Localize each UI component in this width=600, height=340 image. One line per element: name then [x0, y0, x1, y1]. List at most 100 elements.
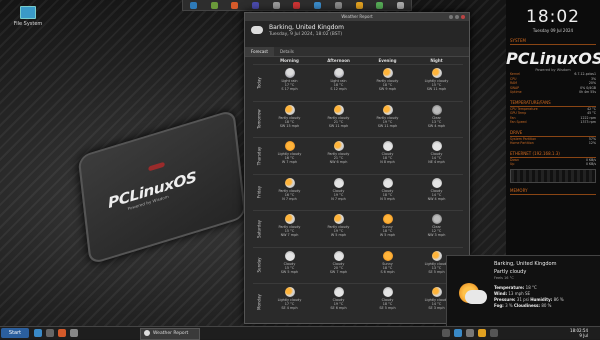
window-title: Weather Report — [341, 14, 373, 19]
stat-group: System Partition 57% Home Partition 12% — [506, 137, 600, 146]
logo-text: PCLinuxOS — [107, 167, 198, 212]
tab-forecast[interactable]: Forecast — [245, 47, 274, 56]
tray-network-icon[interactable] — [442, 329, 450, 337]
stat-value: 12% — [588, 141, 596, 145]
day-label: Today — [256, 76, 262, 89]
pc-weather-icon — [431, 250, 442, 261]
tab-details[interactable]: Details — [274, 47, 300, 56]
pc-weather-icon — [284, 177, 295, 188]
task-weather-report[interactable]: Weather Report — [140, 328, 200, 340]
cell-wind: SW 4 mph — [427, 123, 446, 128]
forecast-cell: Clear 12 °C NW 3 mph — [412, 211, 461, 247]
cloud-icon — [251, 26, 263, 34]
cell-wind: NW 6 mph — [329, 160, 348, 165]
stat-value: 0h 4m 55s — [579, 90, 596, 94]
gear-icon[interactable] — [334, 1, 342, 9]
cell-wind: NW 3 mph — [427, 233, 446, 238]
clock-date: 9 Jul — [579, 333, 588, 338]
conky-date: Tuesday 09 Jul 2024 — [532, 28, 574, 33]
cloud-weather-icon — [382, 177, 393, 188]
network-graph — [510, 168, 596, 183]
weather-window: Weather Report Barking, United Kingdom T… — [244, 12, 470, 324]
tray-volume-icon[interactable] — [466, 329, 474, 337]
tray-clipboard-icon[interactable] — [490, 329, 498, 337]
pc-weather-icon — [431, 287, 442, 297]
quick-launch-settings-icon[interactable] — [70, 329, 78, 337]
day-row: Thursday Lightly cloudy 16 °C W 7 mph Partly… — [253, 137, 463, 174]
conky-clock: 18:02 — [526, 7, 580, 27]
forecast-cell: Cloudy 18 °C N 5 mph — [363, 175, 412, 211]
logo-dots — [148, 161, 165, 172]
cell-wind: NW 7 mph — [280, 233, 299, 238]
cloud-weather-icon — [333, 177, 344, 188]
start-button[interactable]: Start — [1, 328, 29, 338]
settings-icon[interactable] — [272, 1, 280, 9]
cloud-weather-icon — [382, 287, 393, 297]
forecast-cell: Cloudy 19 °C N 7 mph — [314, 175, 363, 211]
pc-weather-icon — [284, 104, 295, 115]
trash-icon[interactable] — [397, 1, 405, 9]
pc-weather-icon — [333, 214, 344, 224]
cell-wind: SW 11 mph — [328, 123, 349, 128]
mail-icon[interactable] — [314, 1, 322, 9]
taskbar-clock[interactable]: 18:02:54 9 Jul — [570, 328, 588, 338]
quick-launch-files-icon[interactable] — [34, 329, 42, 337]
forecast-cell: Sunny 18 °C S 6 mph — [363, 248, 412, 284]
notif-fog: Fog: 3 % Cloudiness: 80 % — [494, 303, 552, 308]
file-system-icon[interactable]: File System — [8, 6, 48, 27]
stat-value: 1373 rpm — [580, 120, 596, 124]
pc-weather-icon — [284, 287, 295, 297]
maximize-button[interactable] — [455, 15, 459, 19]
cell-wind: NE 4 mph — [428, 160, 445, 165]
calc-icon[interactable] — [376, 1, 384, 9]
stat-group: Down 0 KB/s Up 0 KB/s — [506, 158, 600, 167]
cell-wind: SW 9 mph — [378, 87, 397, 92]
day-label: Sunday — [256, 257, 262, 273]
close-button[interactable] — [461, 15, 465, 19]
section-drive: DRIVE — [510, 129, 523, 135]
firefox-icon[interactable] — [231, 1, 239, 9]
launcher-bar — [182, 0, 412, 11]
weather-notification[interactable]: Barking, United Kingdom Partly cloudy Fe… — [446, 255, 600, 327]
forecast-cell: Partly cloudy 18 °C SW 15 mph — [265, 102, 314, 138]
folder-icon[interactable] — [355, 1, 363, 9]
cell-wind: S 12 mph — [330, 87, 347, 92]
cloud-weather-icon — [382, 141, 393, 151]
datetime: Tuesday, 9 Jul 2024, 18:02 (BST) — [269, 32, 343, 37]
section-memory: MEMORY — [510, 187, 528, 193]
file-system-label: File System — [13, 21, 43, 27]
minimize-button[interactable] — [449, 15, 453, 19]
cell-wind: SE 6 mph — [330, 306, 347, 311]
files-icon[interactable] — [189, 1, 197, 9]
cell-wind: N 7 mph — [282, 196, 297, 201]
notif-temperature: Temperature: 18 °C — [494, 285, 537, 290]
divider — [510, 193, 596, 195]
quick-launch-terminal-icon[interactable] — [46, 329, 54, 337]
tray-update-icon[interactable] — [454, 329, 462, 337]
quick-launch-browser-icon[interactable] — [58, 329, 66, 337]
stat-key: Uptime — [510, 90, 522, 94]
rain-weather-icon — [333, 68, 344, 78]
cell-wind: NW 4 mph — [427, 196, 446, 201]
forecast-grid: Morning Afternoon Evening Night Today Lig… — [253, 57, 463, 321]
header-afternoon: Afternoon — [327, 58, 350, 63]
cloud-weather-icon — [333, 250, 344, 261]
task-label: Weather Report — [153, 331, 189, 336]
pc-weather-icon — [333, 141, 344, 151]
media-icon[interactable] — [293, 1, 301, 9]
cell-wind: SW 11 mph — [426, 87, 447, 92]
tray-weather-icon[interactable] — [478, 329, 486, 337]
pclinuxos-logo-tile: PCLinuxOS Powered by Wisdom — [77, 108, 247, 266]
day-label: Friday — [256, 186, 262, 199]
terminal-icon[interactable] — [210, 1, 218, 9]
editor-icon[interactable] — [252, 1, 260, 9]
cell-wind: SW 15 mph — [279, 123, 300, 128]
window-titlebar[interactable]: Weather Report — [245, 13, 469, 21]
cell-wind: N 8 mph — [380, 160, 395, 165]
cell-wind: N 5 mph — [380, 196, 395, 201]
cell-wind: W 5 mph — [330, 233, 347, 238]
forecast-cell: Cloudy 18 °C SE 5 mph — [363, 284, 412, 320]
section-temps: TEMPERATURE/FANS — [510, 99, 551, 105]
cloud-weather-icon — [431, 141, 442, 151]
forecast-cell: Cloudy 14 °C NW 4 mph — [412, 175, 461, 211]
